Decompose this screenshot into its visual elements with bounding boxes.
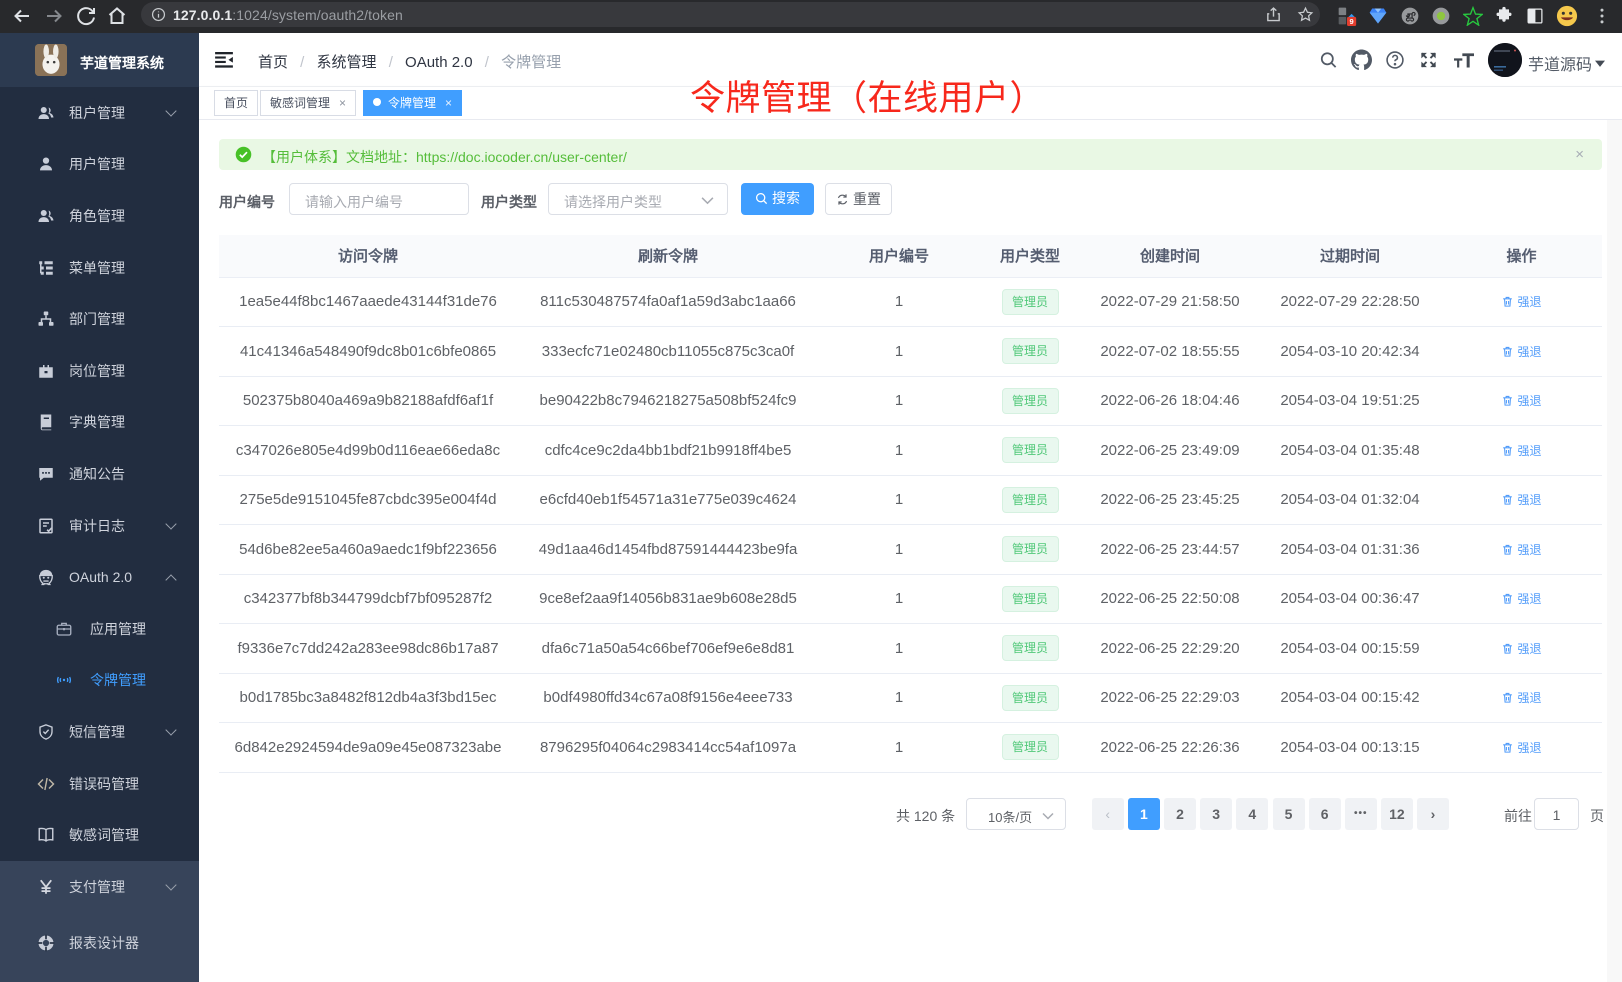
svg-text:9: 9 xyxy=(1349,17,1353,26)
